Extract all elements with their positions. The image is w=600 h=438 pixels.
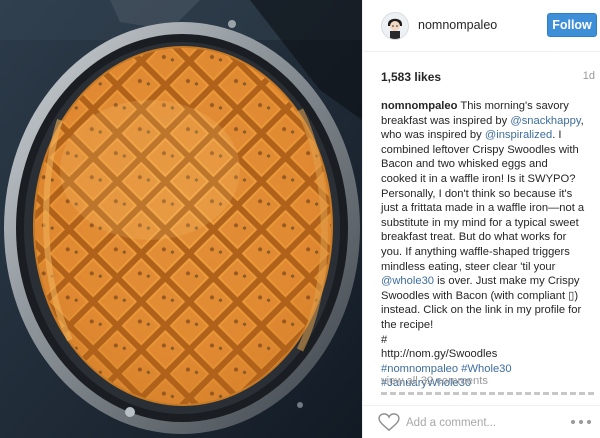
post-username[interactable]: nomnompaleo	[418, 18, 497, 32]
caption-text: cooked it in a waffle iron! Is it SWYPO?	[381, 172, 576, 185]
caption-text: . I	[552, 129, 562, 142]
post-footer	[363, 405, 600, 438]
hashtag-link[interactable]: #Whole30	[461, 363, 511, 375]
profile-avatar[interactable]	[381, 12, 409, 40]
caption-text: just a frittata made in a waffle iron—no…	[381, 202, 585, 215]
caption-text: breakfast treat. But do what works for	[381, 231, 567, 244]
caption-text: the recipe!	[381, 318, 434, 331]
instagram-post: nomnompaleo Follow 1,583 likes 1d nomnom…	[0, 0, 600, 438]
likes-count[interactable]: 1,583 likes	[381, 70, 441, 84]
caption-text: Swoodles with Bacon (with compliant ▯)	[381, 289, 579, 302]
add-comment-input[interactable]	[406, 415, 556, 431]
waffle-frittata-image	[0, 0, 362, 438]
post-age[interactable]: 1d	[583, 70, 595, 82]
comment-cutoff	[381, 392, 595, 396]
hashtag-link[interactable]: #nomnompaleo	[381, 363, 458, 375]
caption-text: This morning's savory	[457, 100, 569, 112]
caption-text: is over. Just make my Crispy	[434, 275, 580, 288]
mention-link[interactable]: @inspiralized	[485, 129, 552, 141]
post-caption: nomnompaleo This morning's savory breakf…	[381, 99, 593, 391]
view-all-comments-link[interactable]: view all 32 comments	[381, 375, 488, 387]
caption-text: breakfast was inspired by	[381, 114, 511, 127]
post-sidebar: nomnompaleo Follow 1,583 likes 1d nomnom…	[362, 0, 600, 438]
caption-username[interactable]: nomnompaleo	[381, 100, 457, 112]
follow-button[interactable]: Follow	[547, 13, 597, 37]
heart-icon[interactable]	[378, 413, 400, 431]
caption-text: combined leftover Crispy Swoodles with	[381, 143, 579, 156]
caption-text: ,	[580, 114, 584, 127]
post-meta: 1,583 likes 1d	[381, 70, 595, 84]
more-options-icon[interactable]	[571, 420, 591, 426]
post-photo[interactable]	[0, 0, 362, 438]
caption-text: Personally, I don't think so because it'…	[381, 187, 573, 200]
caption-text: mindless eating, steer clear 'til your	[381, 260, 556, 273]
caption-text: instead. Click on the link in my profile…	[381, 304, 582, 317]
mention-link[interactable]: @snackhappy	[510, 115, 580, 127]
caption-text: who was inspired by	[381, 129, 485, 142]
avatar-illustration	[382, 13, 408, 39]
caption-text: #	[381, 333, 388, 346]
url-link[interactable]: http://nom.gy/Swoodles	[381, 347, 593, 362]
caption-text: Bacon and two whisked eggs and	[381, 158, 548, 171]
mention-link[interactable]: @whole30	[381, 275, 434, 287]
caption-text: you. If anything waffle-shaped triggers	[381, 245, 570, 258]
caption-text: substitute in my mind for a typical swee…	[381, 216, 579, 229]
post-header: nomnompaleo Follow	[363, 0, 600, 52]
